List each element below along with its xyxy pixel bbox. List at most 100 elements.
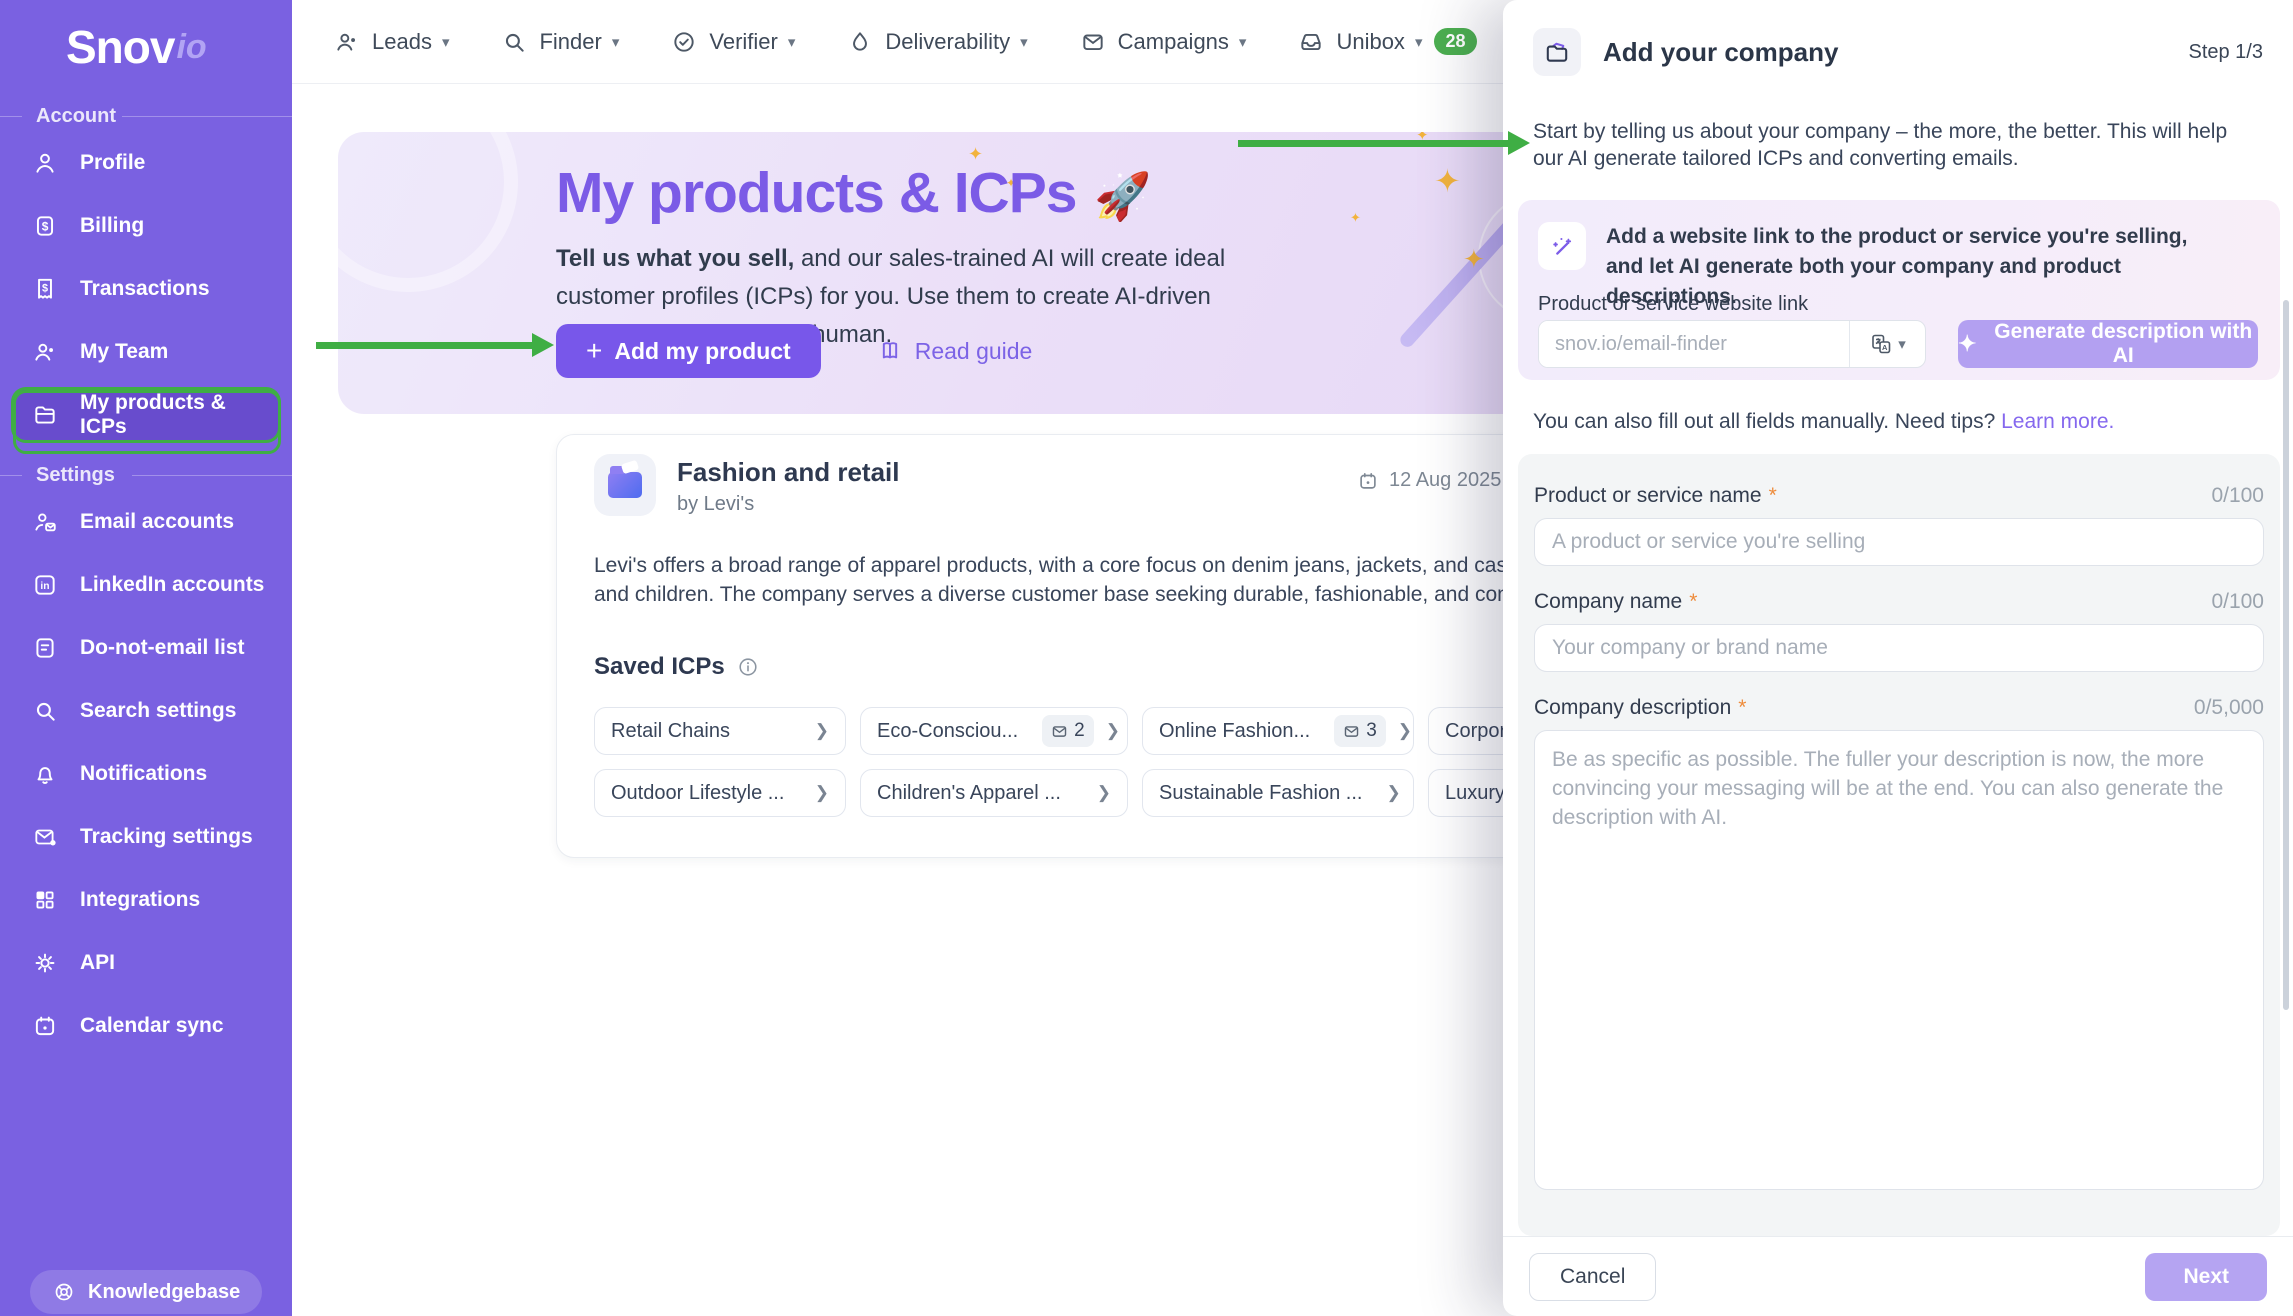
sidebar: Snov io Account Profile $ Billing $ Tran… xyxy=(0,0,292,1316)
chevron-down-icon: ▾ xyxy=(1020,33,1028,51)
field-label: Company name xyxy=(1534,590,1682,614)
collapse-sidebar-button[interactable] xyxy=(288,1276,316,1309)
envelope-icon xyxy=(1343,723,1360,740)
icp-chip[interactable]: Retail Chains ❯ xyxy=(594,707,846,755)
drawer-footer: Cancel Next xyxy=(1503,1236,2293,1316)
char-counter: 0/5,000 xyxy=(2194,696,2264,720)
drawer-header: Add your company Step 1/3 xyxy=(1503,0,2293,104)
verifier-icon xyxy=(671,29,697,55)
required-asterisk: * xyxy=(1738,696,1746,720)
field-header-company-name: Company name * 0/100 xyxy=(1534,590,2264,614)
knowledgebase-button[interactable]: Knowledgebase xyxy=(30,1270,262,1314)
product-date-label: 12 Aug 2025 xyxy=(1389,469,1501,492)
book-icon xyxy=(877,338,903,364)
sidebar-section-settings: Settings xyxy=(0,453,292,497)
sidebar-item-integrations[interactable]: Integrations xyxy=(14,875,278,925)
sidebar-item-calendar-sync[interactable]: Calendar sync xyxy=(14,1001,278,1051)
language-dropdown[interactable]: A ▾ xyxy=(1849,321,1925,367)
chevron-down-icon: ▾ xyxy=(1415,33,1423,51)
learn-more-link[interactable]: Learn more. xyxy=(2001,410,2114,433)
add-my-product-label: Add my product xyxy=(614,338,790,365)
next-button[interactable]: Next xyxy=(2145,1253,2267,1301)
icp-chip[interactable]: Sustainable Fashion ... ❯ xyxy=(1142,769,1414,817)
svg-text:A: A xyxy=(1882,343,1888,352)
deliverability-icon xyxy=(847,29,873,55)
lifebuoy-icon xyxy=(52,1280,76,1304)
emails-count-badge: 2 xyxy=(1042,715,1094,747)
nav-verifier[interactable]: Verifier ▾ xyxy=(671,29,795,55)
sidebar-item-search-settings[interactable]: Search settings xyxy=(14,686,278,736)
company-description-textarea[interactable] xyxy=(1534,730,2264,1190)
sidebar-item-email-accounts[interactable]: Email accounts xyxy=(14,497,278,547)
website-url-input[interactable] xyxy=(1539,321,1849,367)
chevron-down-icon: ▾ xyxy=(1898,335,1906,353)
banner-actions: + Add my product Read guide xyxy=(556,324,1032,378)
saved-icps-label: Saved ICPs xyxy=(594,653,725,681)
page-title: My products & ICPs🚀 xyxy=(556,160,1152,226)
snov-logo[interactable]: Snov io xyxy=(0,0,292,94)
sidebar-item-linkedin-accounts[interactable]: in LinkedIn accounts xyxy=(14,560,278,610)
campaigns-icon xyxy=(1080,29,1106,55)
sparkle-icon: ✦ xyxy=(1350,210,1361,226)
read-guide-link[interactable]: Read guide xyxy=(877,338,1033,365)
chevron-right-icon: ❯ xyxy=(1106,721,1120,741)
collapse-icon xyxy=(288,1276,316,1304)
drawer-scrollbar[interactable] xyxy=(2283,300,2289,1010)
website-url-field: A ▾ xyxy=(1538,320,1926,368)
chevron-down-icon: ▾ xyxy=(788,33,796,51)
finder-icon xyxy=(501,29,527,55)
unibox-count-badge: 28 xyxy=(1434,28,1476,55)
field-label: Company description xyxy=(1534,696,1731,720)
sidebar-item-label: LinkedIn accounts xyxy=(80,573,264,597)
icp-chip[interactable]: Online Fashion... 3 ❯ xyxy=(1142,707,1414,755)
nav-label: Campaigns xyxy=(1118,29,1229,55)
sidebar-item-profile[interactable]: Profile xyxy=(14,138,278,188)
sidebar-item-tracking-settings[interactable]: Tracking settings xyxy=(14,812,278,862)
cancel-button[interactable]: Cancel xyxy=(1529,1253,1656,1301)
logo-text: Snov xyxy=(66,20,174,74)
generate-description-ai-button[interactable]: ✦ Generate description with AI xyxy=(1958,320,2258,368)
nav-finder[interactable]: Finder ▾ xyxy=(501,29,619,55)
annotation-arrow-add-product xyxy=(316,342,534,349)
chevron-right-icon: ❯ xyxy=(1386,783,1400,803)
nav-label: Finder xyxy=(539,29,601,55)
sidebar-item-notifications[interactable]: Notifications xyxy=(14,749,278,799)
info-icon[interactable] xyxy=(737,656,759,678)
nav-label: Deliverability xyxy=(885,29,1010,55)
sidebar-item-billing[interactable]: $ Billing xyxy=(14,201,278,251)
nav-unibox[interactable]: Unibox ▾ 28 xyxy=(1298,28,1476,55)
add-my-product-button[interactable]: + Add my product xyxy=(556,324,821,378)
sidebar-item-api[interactable]: API xyxy=(14,938,278,988)
icp-chip[interactable]: Children's Apparel ... ❯ xyxy=(860,769,1128,817)
sidebar-item-my-team[interactable]: My Team xyxy=(14,327,278,377)
icp-chip[interactable]: Eco-Consciou... 2 ❯ xyxy=(860,707,1128,755)
envelope-icon xyxy=(1051,723,1068,740)
product-name-input[interactable] xyxy=(1534,518,2264,566)
saved-icps-header: Saved ICPs xyxy=(594,653,759,681)
annotation-highlight-rect xyxy=(13,390,281,454)
search-icon xyxy=(32,698,58,724)
do-not-email-icon xyxy=(32,635,58,661)
leads-icon xyxy=(334,29,360,55)
product-title: Fashion and retail xyxy=(677,457,900,488)
calendar-icon xyxy=(32,1013,58,1039)
nav-campaigns[interactable]: Campaigns ▾ xyxy=(1080,29,1247,55)
product-folder-icon xyxy=(594,454,656,516)
emails-count-badge: 3 xyxy=(1334,715,1386,747)
rocket-icon: 🚀 xyxy=(1094,170,1151,222)
icp-chip[interactable]: Outdoor Lifestyle ... ❯ xyxy=(594,769,846,817)
logo-suffix: io xyxy=(176,28,206,67)
company-name-input[interactable] xyxy=(1534,624,2264,672)
sidebar-item-label: Do-not-email list xyxy=(80,636,245,660)
sparkles-icon: ✦ xyxy=(1958,331,1976,357)
sidebar-item-label: Tracking settings xyxy=(80,825,253,849)
generate-label: Generate description with AI xyxy=(1988,320,2258,368)
linkedin-icon: in xyxy=(32,572,58,598)
team-icon xyxy=(32,339,58,365)
nav-deliverability[interactable]: Deliverability ▾ xyxy=(847,29,1027,55)
nav-label: Unibox xyxy=(1336,29,1404,55)
nav-leads[interactable]: Leads ▾ xyxy=(334,29,449,55)
sidebar-item-transactions[interactable]: $ Transactions xyxy=(14,264,278,314)
sidebar-item-do-not-email[interactable]: Do-not-email list xyxy=(14,623,278,673)
product-description: Levi's offers a broad range of apparel p… xyxy=(594,551,1560,609)
